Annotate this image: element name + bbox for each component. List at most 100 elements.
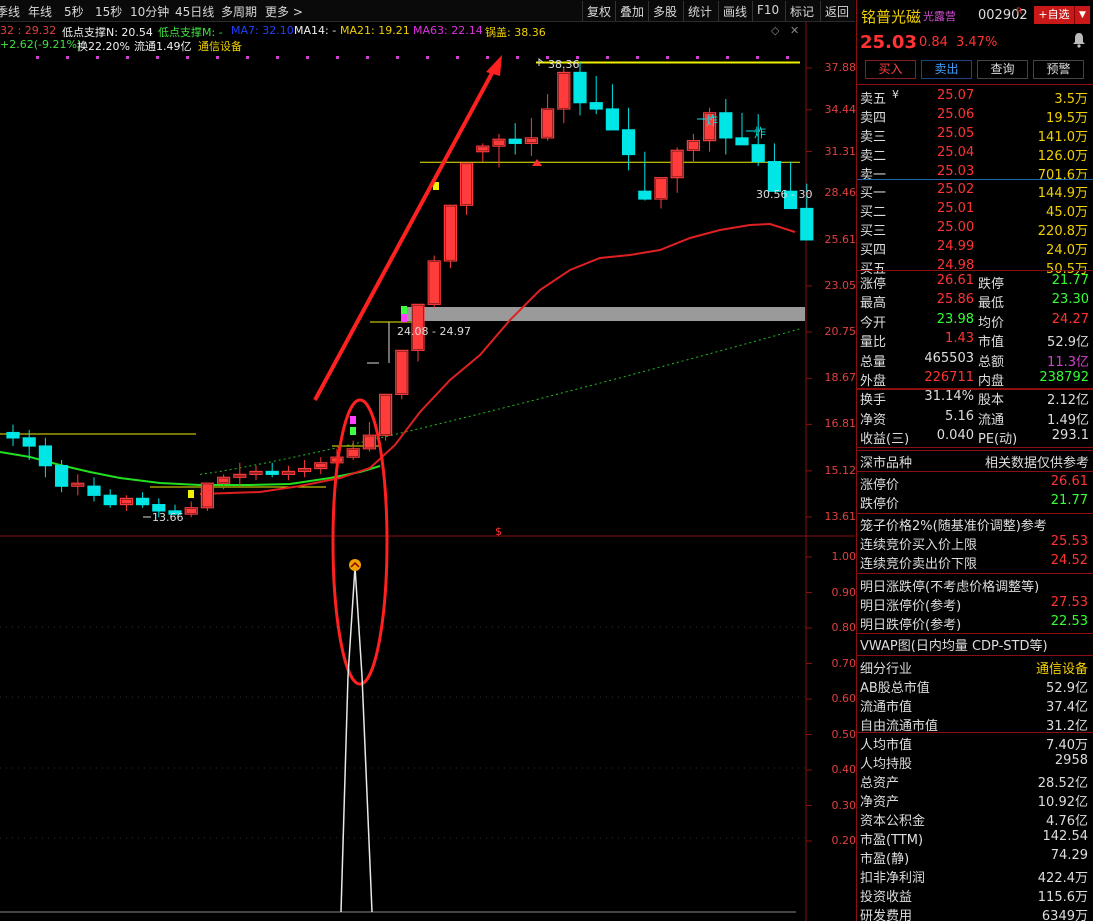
stat-label: 今开 (860, 315, 887, 331)
oscillator-axis-label: 0.40 (831, 763, 857, 776)
bell-icon[interactable] (1071, 32, 1087, 48)
signal-marker (401, 314, 407, 322)
stat-value: 25.86 (936, 292, 974, 308)
order-row[interactable]: 卖二 25.04 126.0万 (857, 145, 1093, 164)
candle-fill (348, 449, 359, 457)
next-up-value: 27.53 (1050, 595, 1088, 610)
candle-fill (429, 261, 440, 304)
candle-body (152, 504, 166, 512)
divider (857, 513, 1093, 514)
candle-fill (526, 138, 537, 143)
order-level: 卖四 (860, 111, 887, 126)
fund-label: 投资收益 (860, 890, 913, 905)
oscillator-axis-label: 1.00 (831, 550, 857, 563)
candle-fill (234, 475, 245, 477)
divider (857, 573, 1093, 574)
last-price: 25.03 (860, 32, 917, 53)
candle-body (6, 431, 20, 439)
order-row[interactable]: 卖四 25.06 19.5万 (857, 107, 1093, 126)
candle-fill (558, 73, 569, 108)
price-change: 0.84 (919, 35, 948, 50)
stat-value: 5.16 (945, 408, 974, 424)
limit-up-value: 26.61 (1050, 474, 1088, 489)
order-row[interactable]: 卖一 25.03 701.6万 (857, 164, 1093, 183)
stat-label: 换手 (860, 393, 887, 409)
burst-label: 炸 (706, 114, 718, 128)
order-row[interactable]: 买二 25.01 45.0万 (857, 201, 1093, 220)
candle-body (605, 108, 620, 131)
divider (857, 179, 1093, 180)
order-volume: 19.5万 (1046, 111, 1088, 126)
candle-body (22, 437, 36, 447)
price-chart[interactable]: 38.3613.6624.08 - 24.9730.56 - 30炸炸$ (0, 0, 855, 921)
order-price: 25.00 (937, 220, 975, 235)
fund-label: 人均市值 (860, 738, 913, 753)
stat-label: 收益(三) (860, 432, 910, 448)
price-axis-label: 23.05 (824, 278, 857, 292)
query-button[interactable]: 查询 (977, 60, 1028, 79)
sell-button[interactable]: 卖出 (921, 60, 972, 79)
cage-buy-value: 25.53 (1050, 534, 1088, 549)
order-level: 卖三 (860, 130, 887, 145)
price-axis-label: 34.44 (824, 102, 857, 116)
candle-fill (494, 140, 504, 146)
price-axis-label: 25.61 (824, 232, 857, 246)
candle-body (508, 138, 522, 144)
stat-label: 流通 (978, 412, 1005, 428)
buy-button[interactable]: 买入 (865, 60, 916, 79)
marker-dot (606, 56, 609, 59)
marker-dot (786, 56, 789, 59)
candle-body (621, 129, 636, 156)
marker-dot (396, 56, 399, 59)
candle-fill (477, 147, 488, 151)
fund-value: 2958 (1054, 753, 1088, 768)
divider (857, 732, 1093, 733)
price-axis-label: 16.81 (824, 417, 857, 431)
stat-value: 1.49亿 (1047, 412, 1089, 428)
order-row[interactable]: 买三 25.00 220.8万 (857, 220, 1093, 239)
alert-button[interactable]: 预警 (1033, 60, 1084, 79)
stat-label: 跌停 (978, 277, 1005, 292)
add-favorite-button[interactable]: +自选 (1034, 6, 1074, 24)
stat-label: 净资 (860, 412, 887, 428)
candle-fill (202, 484, 213, 507)
fund-value: 115.6万 (1037, 890, 1088, 905)
stat-value: 23.98 (936, 311, 974, 327)
order-row[interactable]: 买四 24.99 24.0万 (857, 239, 1093, 258)
limit-down-label: 跌停价 (860, 497, 900, 512)
divider (857, 388, 1093, 390)
order-row[interactable]: 买一 25.02 144.9万 (857, 182, 1093, 201)
stat-value: 465503 (924, 350, 974, 366)
oscillator-axis-label: 0.80 (831, 621, 857, 634)
fund-label: 人均持股 (860, 757, 913, 772)
stat-value: 238792 (1039, 370, 1089, 385)
order-level: 买一 (860, 186, 887, 201)
candle-body (735, 137, 749, 146)
candle-fill (72, 484, 83, 486)
candle-body (751, 144, 765, 163)
stat-value: 21.77 (1051, 273, 1089, 288)
stat-value: 26.61 (936, 273, 974, 288)
candle-body (54, 465, 69, 487)
marker-dot (216, 56, 219, 59)
high-label: 38.36 (548, 58, 580, 71)
marker-dot (96, 56, 99, 59)
fund-label: 市盈(TTM) (860, 833, 924, 848)
fund-value: 52.9亿 (1046, 681, 1088, 696)
candle-body (767, 161, 782, 192)
divider (857, 655, 1093, 656)
chevron-down-icon[interactable]: ▼ (1074, 6, 1090, 24)
vwap-title[interactable]: VWAP图(日内均量 CDP-STD等) (860, 635, 1048, 654)
marker-dot (156, 56, 159, 59)
industry-value[interactable]: 通信设备 (1036, 658, 1088, 677)
marker-dot (516, 56, 519, 59)
order-row[interactable]: 卖三 25.05 141.0万 (857, 126, 1093, 145)
stat-label: PE(动) (978, 432, 1018, 448)
fund-label: 净资产 (860, 795, 900, 810)
candle-fill (218, 478, 229, 483)
marker-dot (636, 56, 639, 59)
oscillator-axis-label: 0.60 (831, 692, 857, 705)
fund-value: 6349万 (1041, 909, 1088, 921)
stat-value: 0.040 (936, 428, 974, 444)
gap-band (405, 307, 805, 321)
